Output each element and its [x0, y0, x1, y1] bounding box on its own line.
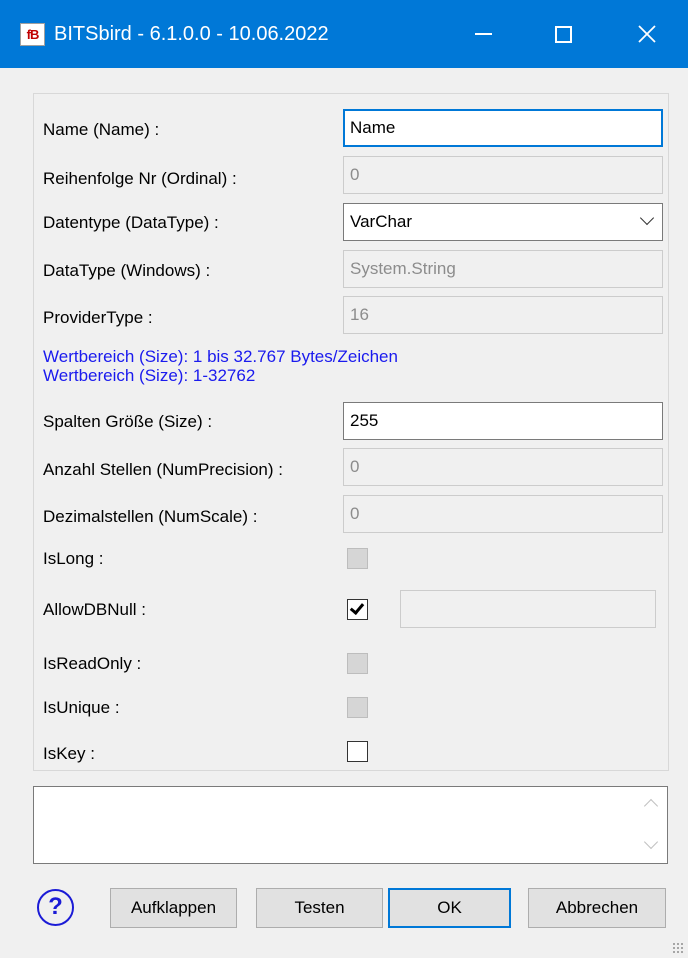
ordinal-input: 0 — [343, 156, 663, 194]
num-precision-label: Anzahl Stellen (NumPrecision) : — [43, 460, 283, 479]
allow-db-null-checkbox[interactable] — [347, 599, 368, 620]
ok-button[interactable]: OK — [388, 888, 511, 928]
window-title: BITSbird - 6.1.0.0 - 10.06.2022 — [54, 23, 329, 45]
resize-grip[interactable] — [672, 942, 684, 954]
memo-scrollbar[interactable] — [637, 787, 667, 863]
is-key-checkbox[interactable] — [347, 741, 368, 762]
maximize-icon — [554, 25, 572, 43]
allow-db-null-label: AllowDBNull : — [43, 600, 146, 619]
minimize-icon — [474, 33, 492, 35]
help-button[interactable]: ? — [37, 889, 74, 926]
aufklappen-button[interactable]: Aufklappen — [110, 888, 237, 928]
title-bar[interactable]: fB BITSbird - 6.1.0.0 - 10.06.2022 — [0, 0, 688, 68]
name-input[interactable]: Name — [343, 109, 663, 147]
datatype-label: Datentype (DataType) : — [43, 213, 219, 232]
is-key-label: IsKey : — [43, 744, 95, 763]
ordinal-label: Reihenfolge Nr (Ordinal) : — [43, 169, 237, 188]
num-scale-input: 0 — [343, 495, 663, 533]
allow-db-null-default-input — [400, 590, 656, 628]
num-scale-label: Dezimalstellen (NumScale) : — [43, 507, 258, 526]
datatype-select-value: VarChar — [350, 212, 413, 231]
is-unique-label: IsUnique : — [43, 698, 120, 717]
is-unique-checkbox — [347, 697, 368, 718]
app-icon: fB — [20, 23, 45, 46]
name-label: Name (Name) : — [43, 120, 160, 139]
size-range-info-short: Wertbereich (Size): 1-32762 — [43, 366, 256, 385]
maximize-button[interactable] — [528, 0, 598, 68]
provider-type-label: ProviderType : — [43, 308, 153, 327]
is-long-checkbox — [347, 548, 368, 569]
chevron-down-icon[interactable] — [639, 210, 655, 226]
size-label: Spalten Größe (Size) : — [43, 412, 213, 431]
num-precision-input: 0 — [343, 448, 663, 486]
testen-button[interactable]: Testen — [256, 888, 383, 928]
size-range-info: Wertbereich (Size): 1 bis 32.767 Bytes/Z… — [43, 347, 398, 366]
minimize-button[interactable] — [448, 0, 518, 68]
datatype-select[interactable]: VarChar — [343, 203, 663, 241]
checkmark-icon — [349, 599, 365, 616]
scroll-up-icon[interactable] — [643, 798, 659, 814]
datatype-windows-input: System.String — [343, 250, 663, 288]
is-read-only-label: IsReadOnly : — [43, 654, 142, 673]
provider-type-input: 16 — [343, 296, 663, 334]
scroll-down-icon[interactable] — [643, 834, 659, 850]
message-memo[interactable] — [33, 786, 668, 864]
datatype-windows-label: DataType (Windows) : — [43, 261, 211, 280]
close-icon — [638, 25, 656, 43]
close-button[interactable] — [612, 0, 682, 68]
size-input[interactable]: 255 — [343, 402, 663, 440]
is-long-label: IsLong : — [43, 549, 104, 568]
is-read-only-checkbox — [347, 653, 368, 674]
abbrechen-button[interactable]: Abbrechen — [528, 888, 666, 928]
